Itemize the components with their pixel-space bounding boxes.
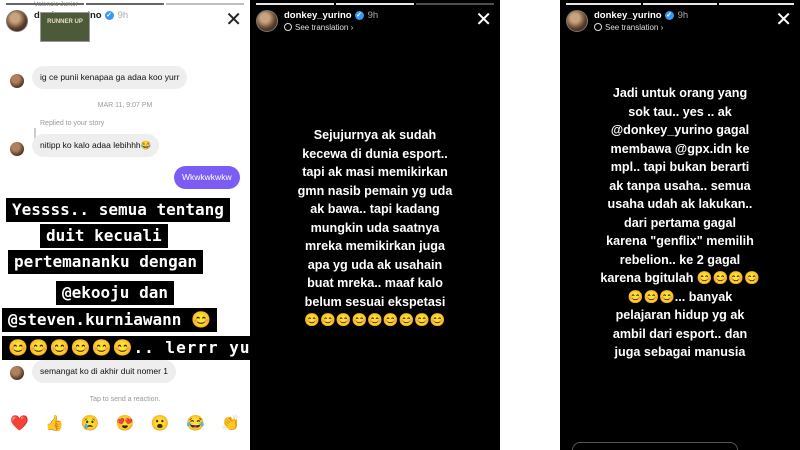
story-header: donkey_yurino ✓ 9h See translation › ✕: [256, 8, 494, 36]
message-bubble: ig ce punii kenapaa ga adaa koo yurr: [32, 66, 188, 89]
story-thumbnail[interactable]: RUNNER UP: [40, 12, 90, 42]
thumbs-up-icon[interactable]: 👍: [45, 414, 64, 432]
reaction-bar: ❤️ 👍 😢 😍 😮 😂 👏: [10, 414, 240, 432]
story-mention-line: @ekooju dan: [56, 281, 174, 305]
panel-gap: [500, 0, 560, 450]
avatar: [10, 366, 24, 380]
story-text-line: Yessss.. semua tentang: [6, 198, 230, 222]
username[interactable]: donkey_yurino✓9h: [284, 10, 378, 21]
see-translation-link[interactable]: See translation ›: [594, 23, 663, 32]
story-caption: Jadi untuk orang yang sok tau.. yes .. a…: [600, 86, 760, 359]
story-panel-dm: donkey_yurino✓9h ✕ Valencio Junior RUNNE…: [0, 0, 250, 450]
message-bubble: semangat ko di akhir duit nomer 1: [32, 360, 177, 383]
reply-top-label: Valencio Junior: [34, 1, 78, 8]
see-translation-link[interactable]: See translation ›: [284, 23, 353, 32]
avatar[interactable]: [566, 10, 588, 32]
globe-icon: [284, 23, 292, 31]
close-icon[interactable]: ✕: [225, 10, 242, 30]
username[interactable]: donkey_yurino✓9h: [594, 10, 688, 21]
story-panel-right: donkey_yurino ✓ 9h See translation › ✕ Jad…: [560, 0, 800, 450]
story-mention-line: @steven.kurniawann 😊: [2, 308, 217, 332]
globe-icon: [594, 23, 602, 31]
story-time: 9h: [367, 10, 379, 21]
reply-input[interactable]: [572, 442, 738, 450]
close-icon[interactable]: ✕: [775, 10, 792, 30]
surprised-face-icon[interactable]: 😮: [151, 414, 170, 432]
avatar: [10, 74, 24, 88]
story-caption: Sejujurnya ak sudah kecewa di dunia espo…: [297, 128, 453, 327]
heart-icon[interactable]: ❤️: [10, 414, 29, 432]
story-text-line: duit kecuali: [40, 224, 168, 248]
message-bubble: nitipp ko kalo adaa lebihhh😂: [32, 134, 160, 157]
heart-eyes-icon[interactable]: 😍: [116, 414, 135, 432]
avatar: [10, 142, 24, 156]
laughing-face-icon[interactable]: 😂: [186, 414, 205, 432]
replied-label: Replied to your story: [40, 120, 105, 127]
message-bubble-sent: Wkwkwkwkw: [174, 166, 240, 189]
avatar[interactable]: [6, 10, 28, 32]
story-text-line: pertemananku dengan: [8, 250, 204, 274]
story-time: 9h: [677, 10, 689, 21]
verified-icon: ✓: [664, 10, 674, 20]
reaction-hint: Tap to send a reaction.: [89, 396, 161, 403]
story-time: 9h: [117, 10, 129, 21]
verified-icon: ✓: [104, 10, 114, 20]
story-text-line: 😊😊😊😊😊😊.. lerrr yukk: [2, 336, 250, 360]
avatar[interactable]: [256, 10, 278, 32]
clapping-hands-icon[interactable]: 👏: [221, 414, 240, 432]
story-progress-bar: [256, 3, 494, 5]
close-icon[interactable]: ✕: [475, 10, 492, 30]
verified-icon: ✓: [354, 10, 364, 20]
story-progress-bar: [566, 3, 795, 5]
story-panel-middle: donkey_yurino ✓ 9h See translation › ✕ Sej…: [250, 0, 500, 450]
message-timestamp: MAR 11, 9:07 PM: [97, 102, 153, 109]
crying-face-icon[interactable]: 😢: [80, 414, 99, 432]
story-header: donkey_yurino ✓ 9h See translation › ✕: [566, 8, 794, 36]
